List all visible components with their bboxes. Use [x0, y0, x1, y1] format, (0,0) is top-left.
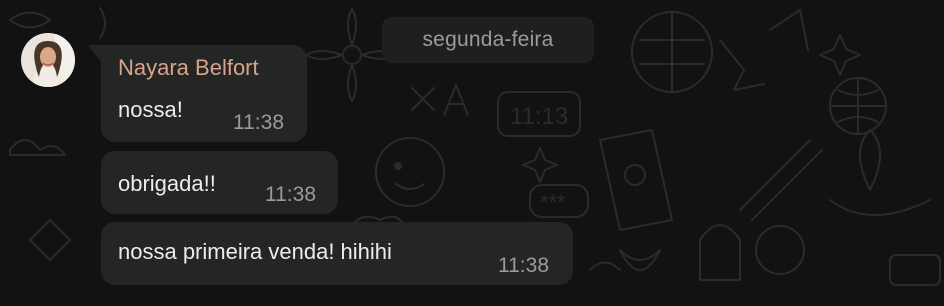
avatar-image-icon	[21, 33, 75, 87]
message-time: 11:38	[233, 111, 284, 134]
date-divider: segunda-feira	[382, 17, 594, 63]
message-time: 11:38	[498, 254, 549, 277]
message-time: 11:38	[265, 183, 316, 206]
message-text: nossa primeira venda! hihihi	[118, 239, 392, 264]
message-text: obrigada!!	[118, 171, 216, 196]
svg-text:***: ***	[540, 190, 566, 215]
message-bubble[interactable]: Nayara Belfort nossa! 11:38	[101, 45, 307, 142]
message-text: nossa!	[118, 97, 183, 122]
bubble-tail-icon	[88, 45, 102, 63]
sender-name[interactable]: Nayara Belfort	[118, 55, 259, 81]
svg-text:11:13: 11:13	[510, 103, 568, 130]
message-bubble[interactable]: nossa primeira venda! hihihi 11:38	[101, 222, 573, 285]
message-bubble[interactable]: obrigada!! 11:38	[101, 151, 338, 214]
chat-window: 11:13 *** segunda-feira Nayara Belfort n…	[0, 0, 944, 306]
avatar[interactable]	[21, 33, 75, 87]
